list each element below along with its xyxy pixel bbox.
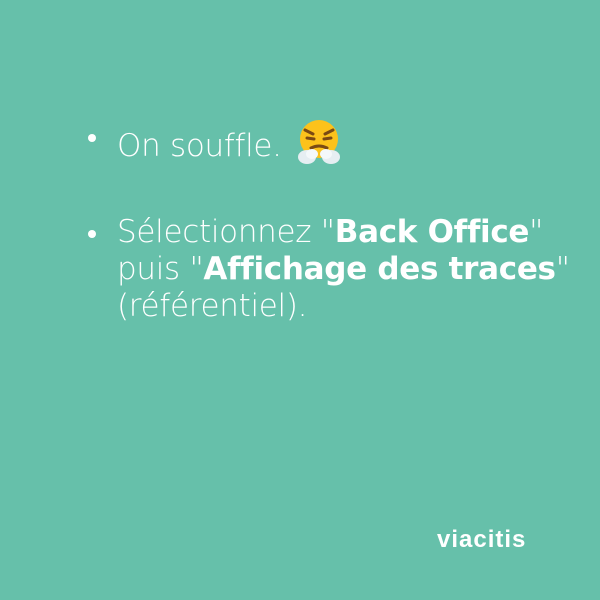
instruction-line-2: puis "Affichage des traces" bbox=[117, 251, 570, 287]
bullet-dot-icon bbox=[88, 134, 96, 142]
list-item: Sélectionnez "Back Office" puis "Afficha… bbox=[88, 214, 570, 325]
affichage-des-traces-label: Affichage des traces bbox=[203, 251, 556, 287]
back-office-label: Back Office bbox=[334, 214, 530, 250]
logo-text: viacitis bbox=[437, 526, 526, 553]
instruction-line-1: Sélectionnez "Back Office" bbox=[117, 214, 544, 250]
list-item: On souffle. bbox=[88, 118, 568, 175]
bullet-dot-icon bbox=[88, 230, 96, 238]
bullet-list: On souffle. Sélectionnez "Back Office" p… bbox=[88, 118, 570, 325]
bullet-text: On souffle. bbox=[117, 128, 282, 164]
instruction-line-3: (référentiel). bbox=[117, 288, 308, 324]
viacitis-logo: viacitis bbox=[437, 526, 526, 553]
face-with-steam-from-nose-icon bbox=[295, 118, 343, 175]
